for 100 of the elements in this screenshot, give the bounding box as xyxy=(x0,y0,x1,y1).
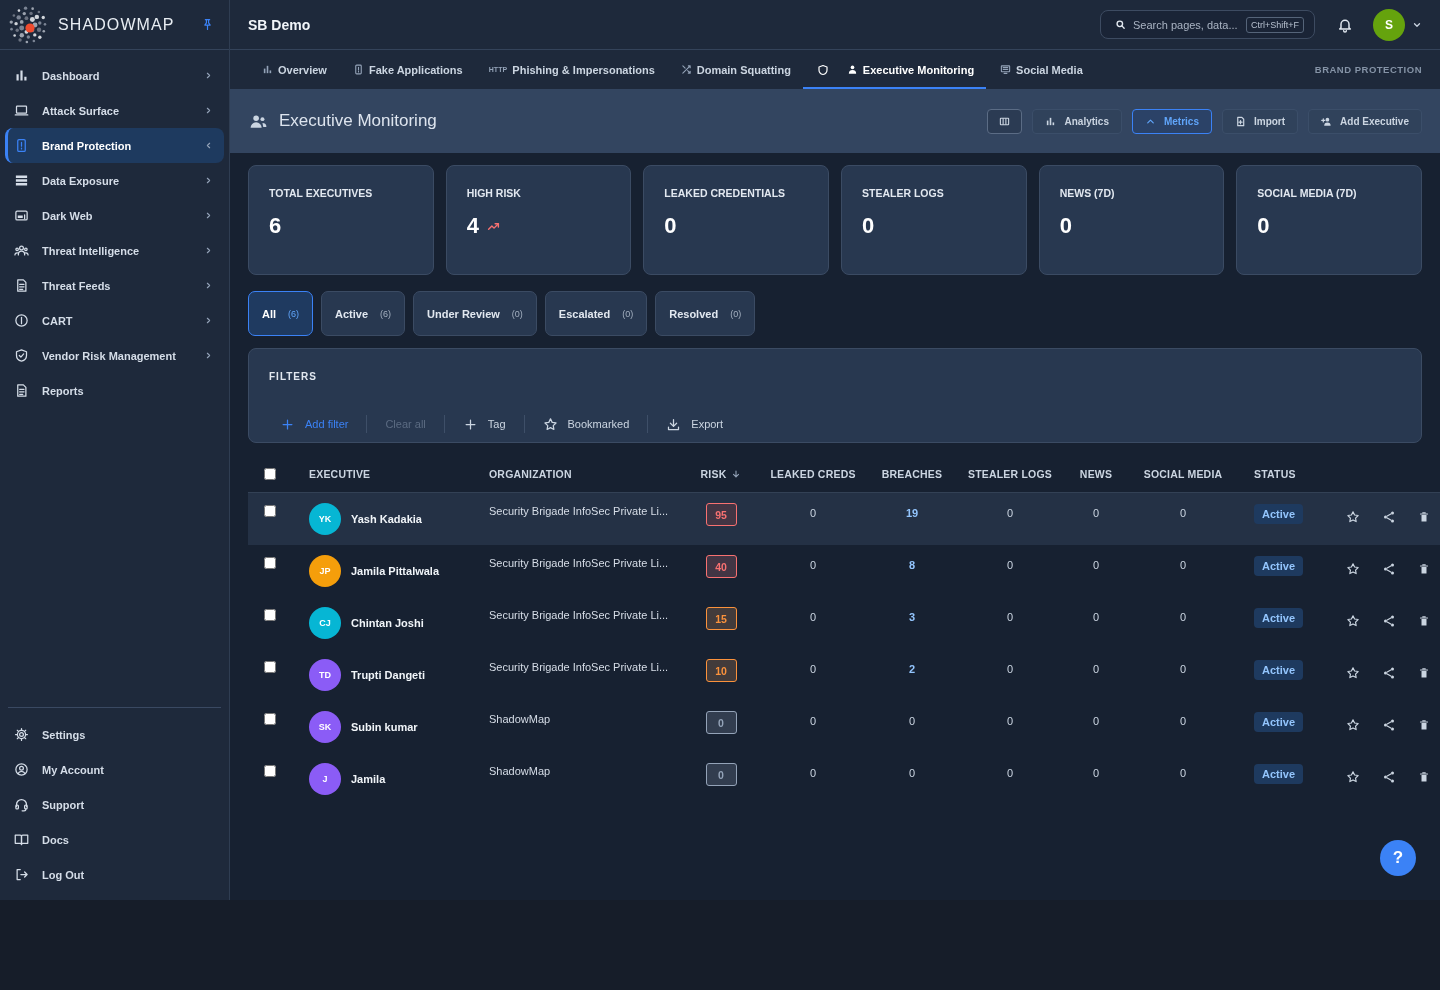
sidebar-item[interactable]: Settings xyxy=(5,717,224,752)
star-icon[interactable] xyxy=(1346,666,1360,680)
laptop-icon xyxy=(14,103,29,118)
search-input[interactable]: Search pages, data... xyxy=(1133,18,1239,31)
row-checkbox[interactable] xyxy=(264,557,276,569)
row-checkbox[interactable] xyxy=(264,505,276,517)
stealer-logs-count: 0 xyxy=(1006,767,1014,779)
sidebar-item[interactable]: Dashboard xyxy=(5,58,224,93)
sort-arrow-icon[interactable] xyxy=(731,468,742,479)
sidebar-item[interactable]: Dark Web xyxy=(5,198,224,233)
delete-icon[interactable] xyxy=(1418,563,1430,575)
sidebar-item[interactable]: CART xyxy=(5,303,224,338)
executive-name: Subin kumar xyxy=(351,721,418,733)
filter-action-button[interactable]: Bookmarked xyxy=(542,414,630,434)
plus-icon xyxy=(462,416,478,432)
executive-name: Trupti Dangeti xyxy=(351,669,425,681)
toolbar-button[interactable]: Analytics xyxy=(1032,108,1122,134)
toolbar-button[interactable]: Import xyxy=(1221,108,1299,134)
stat-label: SOCIAL MEDIA (7D) xyxy=(1257,187,1357,199)
status-filter-tab[interactable]: All (6) xyxy=(248,291,314,336)
select-all-checkbox[interactable] xyxy=(264,467,276,480)
share-icon[interactable] xyxy=(1382,718,1396,732)
share-icon[interactable] xyxy=(1382,770,1396,784)
plus-icon xyxy=(280,416,295,432)
sidebar-item[interactable]: My Account xyxy=(5,752,224,787)
delete-icon[interactable] xyxy=(1418,511,1430,523)
column-header: BREACHES xyxy=(881,467,943,480)
risk-score-badge: 0 xyxy=(705,763,737,786)
phone-alert-icon xyxy=(352,64,364,75)
book-icon xyxy=(14,832,29,847)
breaches-link[interactable]: 2 xyxy=(908,663,916,675)
share-icon[interactable] xyxy=(1382,562,1396,576)
stealer-logs-count: 0 xyxy=(1006,611,1014,623)
toolbar-button[interactable]: Add Executive xyxy=(1308,108,1422,134)
shield-icon xyxy=(816,63,829,76)
stat-value: 0 xyxy=(1257,213,1270,239)
status-filter-tab[interactable]: Resolved (0) xyxy=(655,291,756,336)
toolbar-button[interactable]: Metrics xyxy=(1131,108,1212,134)
star-icon[interactable] xyxy=(1346,614,1360,628)
avatar: CJ xyxy=(309,607,341,639)
status-badge: Active xyxy=(1254,556,1304,576)
columns-button[interactable] xyxy=(987,108,1023,134)
nav-tab[interactable]: Social Media xyxy=(986,50,1095,89)
leaked-creds-count: 0 xyxy=(809,559,817,571)
delete-icon[interactable] xyxy=(1418,771,1430,783)
star-icon[interactable] xyxy=(1346,718,1360,732)
social-media-count: 0 xyxy=(1179,715,1187,727)
row-checkbox[interactable] xyxy=(264,713,276,725)
leaked-creds-count: 0 xyxy=(809,611,817,623)
search-field[interactable]: Search pages, data... Ctrl+Shift+F xyxy=(1100,10,1315,39)
leaked-creds-count: 0 xyxy=(809,507,817,519)
bar-chart-icon xyxy=(262,64,273,75)
share-icon[interactable] xyxy=(1382,666,1396,680)
status-filter-tab[interactable]: Escalated (0) xyxy=(544,291,648,336)
row-checkbox[interactable] xyxy=(264,609,276,621)
status-filter-tab[interactable]: Under Review (0) xyxy=(413,291,537,336)
filter-action-button[interactable]: Tag xyxy=(462,414,506,434)
risk-score-badge: 15 xyxy=(705,607,737,630)
sidebar-item[interactable]: Vendor Risk Management xyxy=(5,338,224,373)
breaches-link[interactable]: 3 xyxy=(908,611,916,623)
columns-icon xyxy=(999,115,1011,127)
star-icon[interactable] xyxy=(1346,562,1360,576)
nav-tab[interactable]: Overview xyxy=(248,50,339,89)
breaches-link[interactable]: 19 xyxy=(905,507,919,519)
sidebar-item[interactable]: Support xyxy=(5,787,224,822)
row-checkbox[interactable] xyxy=(264,661,276,673)
stat-label: STEALER LOGS xyxy=(862,187,944,199)
share-icon[interactable] xyxy=(1382,510,1396,524)
sidebar-item[interactable]: Brand Protection xyxy=(5,128,224,163)
social-media-count: 0 xyxy=(1179,559,1187,571)
risk-score-badge: 0 xyxy=(705,711,737,734)
pin-icon[interactable] xyxy=(201,18,214,31)
nav-tab[interactable]: Fake Applications xyxy=(338,50,475,89)
delete-icon[interactable] xyxy=(1418,667,1430,679)
filter-action-button[interactable]: Export xyxy=(666,414,724,434)
sidebar-item[interactable]: Reports xyxy=(5,373,224,408)
sidebar-item[interactable]: Log Out xyxy=(5,857,224,892)
sidebar-item[interactable]: Data Exposure xyxy=(5,163,224,198)
sidebar-item[interactable]: Threat Feeds xyxy=(5,268,224,303)
help-button[interactable]: ? xyxy=(1380,840,1416,876)
sidebar-item[interactable]: Docs xyxy=(5,822,224,857)
breaches-count: 0 xyxy=(908,715,916,727)
star-icon[interactable] xyxy=(1346,510,1360,524)
nav-tab[interactable]: Domain Squatting xyxy=(666,50,803,89)
leaked-creds-count: 0 xyxy=(809,663,817,675)
avatar: TD xyxy=(309,659,341,691)
sidebar-item[interactable]: Attack Surface xyxy=(5,93,224,128)
person-icon xyxy=(846,64,858,75)
breaches-link[interactable]: 8 xyxy=(908,559,916,571)
sidebar-item[interactable]: Threat Intelligence xyxy=(5,233,224,268)
star-icon[interactable] xyxy=(1346,770,1360,784)
row-checkbox[interactable] xyxy=(264,765,276,777)
share-icon[interactable] xyxy=(1382,614,1396,628)
stealer-logs-count: 0 xyxy=(1006,559,1014,571)
news-count: 0 xyxy=(1092,663,1100,675)
settings-icon xyxy=(14,727,29,742)
status-filter-tab[interactable]: Active (6) xyxy=(321,291,406,336)
delete-icon[interactable] xyxy=(1418,615,1430,627)
stat-value: 0 xyxy=(862,213,875,239)
delete-icon[interactable] xyxy=(1418,719,1430,731)
